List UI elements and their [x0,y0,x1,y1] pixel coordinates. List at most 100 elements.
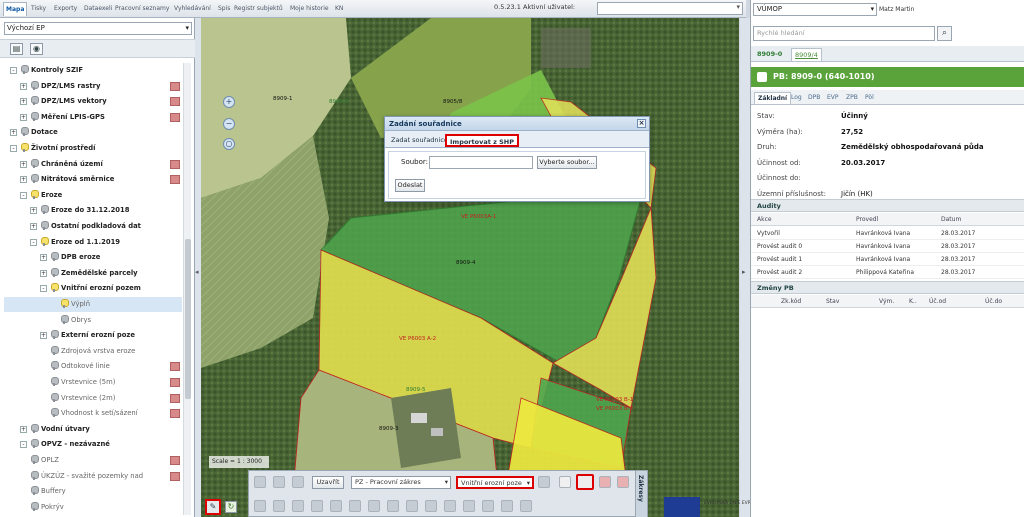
search-icon[interactable]: ⌕ [937,26,952,41]
tab-evp[interactable]: EVP [824,92,842,104]
lightbulb-icon[interactable] [21,127,29,137]
import-shape-icon[interactable] [576,474,594,490]
menu-tab-mapa[interactable]: Mapa [3,2,28,16]
expand-icon[interactable]: + [40,269,47,277]
tree-item[interactable]: - Kontroly SZIF [4,63,182,78]
legend-icon[interactable] [170,159,180,169]
zoom-out-icon[interactable]: − [223,118,235,130]
edit-tool-icon[interactable] [444,500,456,512]
edit-tool-icon[interactable] [387,500,399,512]
edit-tool-icon[interactable] [292,500,304,512]
organization-select[interactable]: VÚMOP ▾ [753,3,877,16]
edit-tool-icon[interactable] [273,500,285,512]
lightbulb-icon[interactable] [51,392,59,402]
table-row[interactable]: Provést audit 1 Havránková Ivana 28.03.201… [751,253,1024,266]
table-row[interactable]: Provést audit 0 Havránková Ivana 28.03.201… [751,240,1024,253]
lightbulb-icon[interactable] [31,486,39,496]
lightbulb-icon[interactable] [61,299,69,308]
expand-icon[interactable]: + [20,82,27,90]
submit-button[interactable]: Odeslat [395,179,425,192]
menu-tab-vyhledavani[interactable]: Vyhledávání [172,2,213,16]
collapse-icon[interactable]: - [20,441,27,449]
legend-icon[interactable] [170,393,180,403]
refresh-icon[interactable]: ↻ [225,501,237,513]
tree-item[interactable]: ÚKZÚZ - svažité pozemky nad [4,469,182,484]
column-header[interactable]: Zk.kód [781,295,801,308]
menu-tab-moje-historie[interactable]: Moje historie [288,2,331,16]
lightbulb-icon[interactable] [51,283,59,293]
lightbulb-icon[interactable] [41,221,49,230]
tree-item[interactable]: + Vodní útvary [4,422,182,437]
expand-icon[interactable]: + [20,98,27,106]
legend-icon[interactable] [170,456,180,465]
minus-icon[interactable] [617,476,629,488]
lightbulb-icon[interactable] [21,65,29,74]
magnet-icon[interactable] [520,500,532,512]
menu-tab-spis[interactable]: Spis [216,2,232,16]
lightbulb-icon[interactable] [31,455,39,464]
column-header[interactable]: Provedl [856,213,878,226]
tab-zadat-souradnice[interactable]: Zadat souřadnice [388,134,451,147]
measure-tool-icon[interactable]: ✎ [205,499,221,515]
map-canvas[interactable]: 8909-1 8909-0 8905/8 VE P6003A-1 8909-4 … [201,18,739,517]
scrollbar-thumb[interactable] [185,239,191,399]
legend-icon[interactable] [170,81,180,91]
lightbulb-icon[interactable] [21,143,29,152]
lightbulb-icon[interactable] [51,252,59,262]
column-header[interactable]: Datum [941,213,961,226]
tree-item[interactable]: + DPZ/LMS rastry [4,79,182,94]
quick-search-input[interactable]: Rychlé hledání [753,26,935,41]
tree-item[interactable]: - Vnitřní erozní pozem [4,281,182,296]
lightbulb-icon[interactable] [31,158,39,168]
map-view[interactable]: 8909-1 8909-0 8905/8 VE P6003A-1 8909-4 … [201,18,739,517]
menu-tab-dataexeli[interactable]: Dataexeli [82,2,114,16]
tree-item[interactable]: + Ostatní podkladová dat [4,219,182,234]
lightbulb-icon[interactable] [31,96,39,106]
tab-dpb[interactable]: DPB [805,92,823,104]
legend-icon[interactable] [170,112,180,122]
lightbulb-icon[interactable] [51,361,59,371]
tree-item[interactable]: + Měření LPIS-GPS [4,110,182,125]
lightbulb-icon[interactable] [31,111,39,121]
column-header[interactable]: Stav [826,295,839,308]
table-row[interactable]: Vytvořil Havránková Ivana 28.03.2017 [751,227,1024,240]
audits-header[interactable]: Audity [751,199,1024,212]
tree-item[interactable]: Vrstevnice (5m) [4,375,182,390]
globe-icon[interactable]: ◉ [30,43,43,55]
tree-item[interactable]: + Externí erozní poze [4,328,182,343]
lightbulb-icon[interactable] [31,423,39,433]
save-icon[interactable]: ▤ [10,43,23,55]
ep-select[interactable]: Výchozí EP ▾ [4,22,192,35]
tree-item[interactable]: Odtokové linie [4,359,182,374]
delete-icon[interactable] [599,476,611,488]
tab-block-a[interactable]: 8909-0 [754,48,785,61]
zoom-in-icon[interactable]: + [223,96,235,108]
tree-item[interactable]: - OPVZ - nezávazné [4,437,182,452]
tree-item[interactable]: Buffery [4,484,182,499]
tree-item[interactable]: Vhodnost k setí/sázení [4,406,182,421]
target-icon[interactable] [538,476,550,488]
tree-item[interactable]: - Životní prostředí [4,141,182,156]
tree-item[interactable]: + DPB eroze [4,250,182,265]
collapse-icon[interactable]: - [10,145,17,152]
tree-item[interactable]: Výplň [4,297,182,312]
tree-item[interactable]: + Zemědělské parcely [4,266,182,281]
tree-item[interactable]: + DPZ/LMS vektory [4,94,182,109]
lightbulb-icon[interactable] [61,314,69,324]
changes-header[interactable]: Změny PB [751,281,1024,294]
edit-tool-icon[interactable] [425,500,437,512]
expand-icon[interactable]: + [10,129,17,137]
lightbulb-icon[interactable] [31,470,39,480]
tree-item[interactable]: Obrys [4,313,182,328]
column-header[interactable]: Úč.do [985,295,1002,308]
lightbulb-icon[interactable] [31,80,39,90]
expand-icon[interactable]: + [20,113,27,121]
tree-item[interactable]: Vrstevnice (2m) [4,391,182,406]
menu-tab-tisky[interactable]: Tisky [29,2,48,16]
lightbulb-icon[interactable] [51,330,59,340]
tree-item[interactable]: + Eroze do 31.12.2018 [4,203,182,218]
legend-icon[interactable] [170,362,180,372]
lightbulb-icon[interactable] [41,205,49,215]
tree-item[interactable]: OPLZ [4,453,182,468]
column-header[interactable]: K.. [909,295,917,308]
